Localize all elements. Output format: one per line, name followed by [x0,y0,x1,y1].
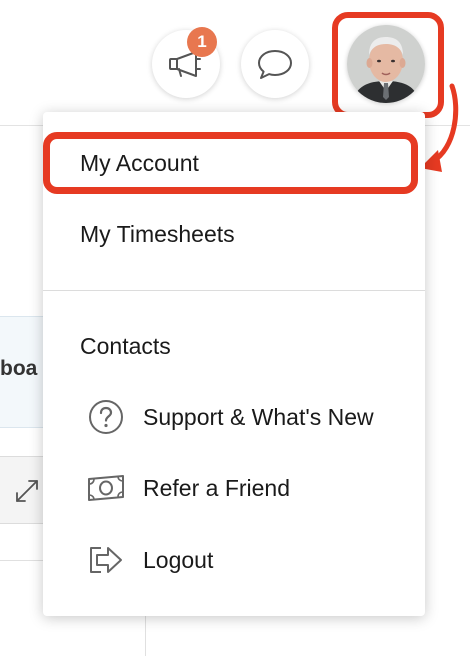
menu-item-support-label: Support & What's New [143,403,374,430]
menu-item-support[interactable]: Support & What's New [87,398,374,436]
menu-item-logout-label: Logout [143,546,214,573]
background-tab-label: boa [0,357,38,380]
notification-badge: 1 [187,27,217,57]
menu-separator [43,290,425,291]
background-column-divider [145,615,146,656]
menu-item-contacts[interactable]: Contacts [80,333,171,360]
menu-item-my-timesheets[interactable]: My Timesheets [80,221,235,248]
expand-icon [16,480,38,502]
menu-item-refer-a-friend[interactable]: Refer a Friend [87,469,290,507]
menu-item-my-account[interactable]: My Account [80,150,199,177]
menu-item-logout[interactable]: Logout [87,541,213,579]
question-circle-icon [87,398,125,436]
money-bill-icon [87,469,125,507]
background-divider [0,560,46,561]
messages-button[interactable] [241,30,309,98]
expand-button[interactable] [0,456,46,524]
logout-arrow-icon [87,541,125,579]
menu-item-refer-a-friend-label: Refer a Friend [143,474,291,501]
chat-bubble-icon [258,50,292,79]
